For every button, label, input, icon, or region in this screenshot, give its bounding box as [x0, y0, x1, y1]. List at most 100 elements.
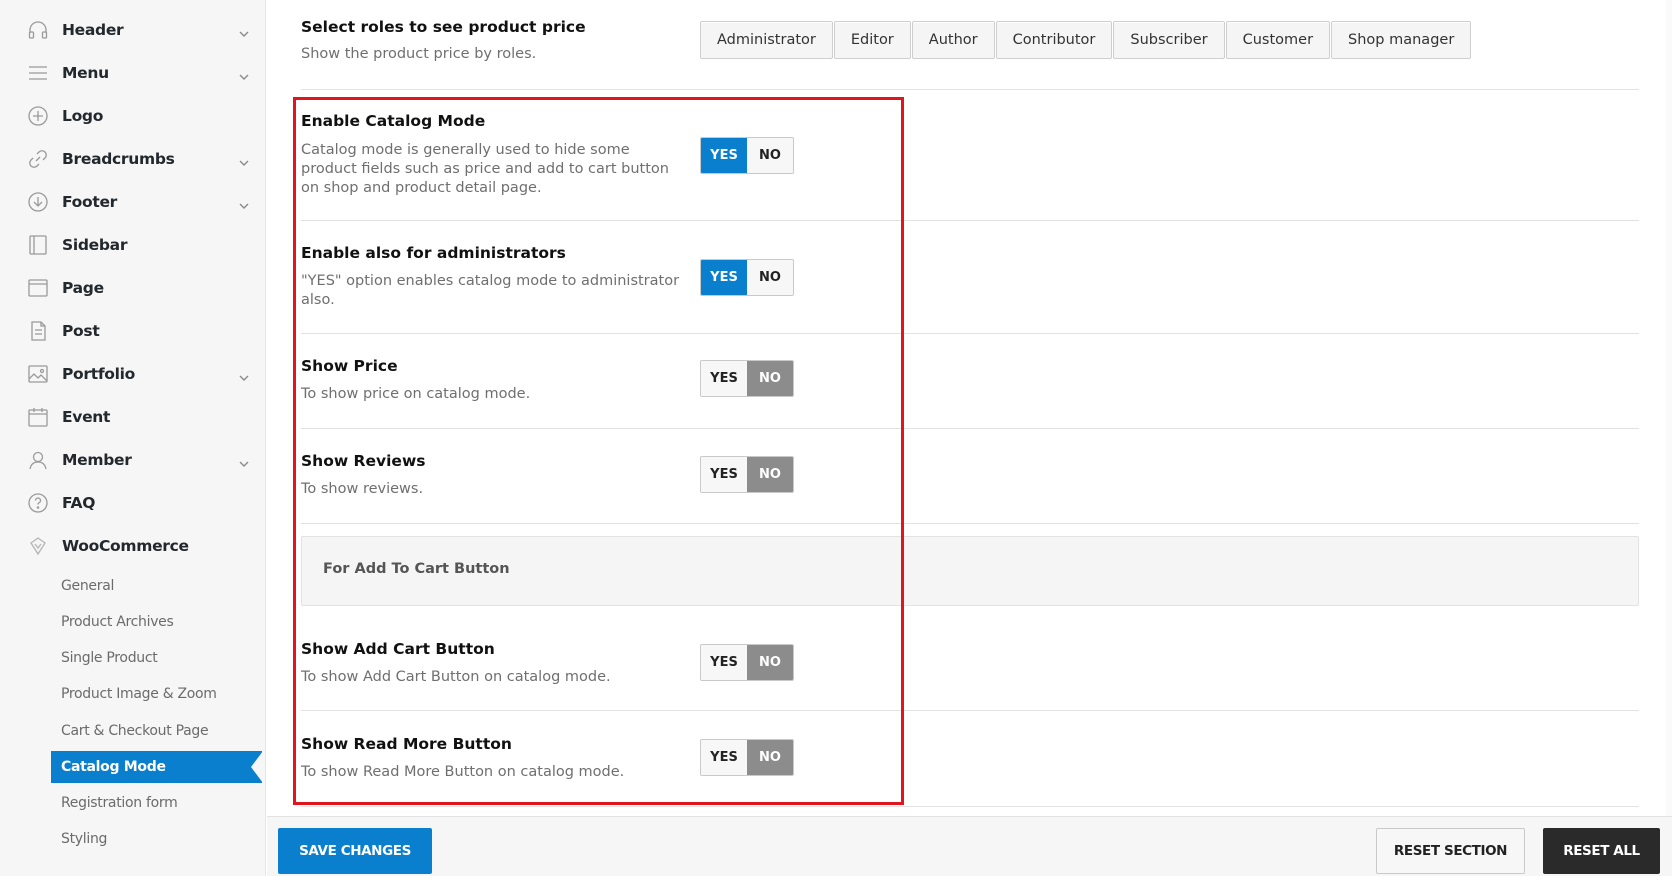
post-icon: [27, 320, 49, 342]
enable-catalog-mode-toggle: YES NO: [700, 137, 794, 174]
user-icon: [27, 449, 49, 471]
sidebar-subitem-label: Styling: [61, 831, 108, 847]
role-button-editor[interactable]: Editor: [833, 21, 911, 59]
sidebar-item-logo[interactable]: Logo: [0, 96, 266, 136]
setting-title: Select roles to see product price: [301, 18, 586, 36]
divider: [301, 220, 1639, 221]
sidebar-item-label: Breadcrumbs: [62, 150, 175, 168]
sidebar-item-label: Member: [62, 451, 132, 469]
save-changes-button[interactable]: SAVE CHANGES: [278, 828, 432, 874]
toggle-yes-option[interactable]: YES: [701, 740, 747, 775]
chevron-down-icon: [238, 197, 250, 209]
sidebar-item-menu[interactable]: Menu: [0, 53, 266, 93]
sidebar-item-footer[interactable]: Footer: [0, 182, 266, 222]
sidebar-item-breadcrumbs[interactable]: Breadcrumbs: [0, 139, 266, 179]
enable-admins-toggle: YES NO: [700, 259, 794, 296]
sidebar-subitem-label: Catalog Mode: [61, 759, 166, 775]
toggle-no-option[interactable]: NO: [747, 361, 793, 396]
roles-button-group: Administrator Editor Author Contributor …: [700, 21, 1472, 59]
question-circle-icon: [27, 492, 49, 514]
sidebar-item-post[interactable]: Post: [0, 311, 266, 351]
setting-title: Show Reviews: [301, 452, 426, 470]
menu-icon: [27, 62, 49, 84]
reset-section-button[interactable]: RESET SECTION: [1376, 828, 1525, 874]
toggle-no-option[interactable]: NO: [747, 457, 793, 492]
divider: [301, 333, 1639, 334]
sidebar-subitem-label: Product Image & Zoom: [61, 686, 217, 702]
divider: [301, 89, 1639, 90]
sidebar-subitem-product-archives[interactable]: Product Archives: [51, 606, 266, 638]
chevron-down-icon: [238, 369, 250, 381]
sidebar-subitem-label: General: [61, 578, 115, 594]
toggle-yes-option[interactable]: YES: [701, 260, 747, 295]
sidebar-item-label: Menu: [62, 64, 109, 82]
page-icon: [27, 277, 49, 299]
setting-title: Show Add Cart Button: [301, 640, 495, 658]
sidebar-item-event[interactable]: Event: [0, 397, 266, 437]
divider: [301, 428, 1639, 429]
show-reviews-toggle: YES NO: [700, 456, 794, 493]
sidebar-subitem-single-product[interactable]: Single Product: [51, 642, 266, 674]
role-button-administrator[interactable]: Administrator: [700, 21, 833, 59]
show-price-toggle: YES NO: [700, 360, 794, 397]
role-button-shop-manager[interactable]: Shop manager: [1331, 21, 1472, 59]
toggle-yes-option[interactable]: YES: [701, 361, 747, 396]
scrollbar-track[interactable]: [1666, 0, 1672, 816]
setting-title: Enable Catalog Mode: [301, 112, 486, 130]
show-add-cart-button-toggle: YES NO: [700, 644, 794, 681]
footer-action-bar: SAVE CHANGES RESET SECTION RESET ALL: [267, 816, 1672, 876]
section-heading-label: For Add To Cart Button: [323, 561, 510, 577]
role-button-subscriber[interactable]: Subscriber: [1113, 21, 1225, 59]
arrow-down-circle-icon: [27, 191, 49, 213]
sidebar-item-member[interactable]: Member: [0, 440, 266, 480]
toggle-no-option[interactable]: NO: [747, 740, 793, 775]
setting-title: Show Read More Button: [301, 735, 512, 753]
calendar-icon: [27, 406, 49, 428]
plus-circle-icon: [27, 105, 49, 127]
setting-description: To show Read More Button on catalog mode…: [301, 764, 625, 780]
role-button-author[interactable]: Author: [911, 21, 995, 59]
setting-description: To show price on catalog mode.: [301, 386, 531, 402]
headphones-icon: [27, 19, 49, 41]
sidebar-subitem-label: Cart & Checkout Page: [61, 723, 209, 739]
sidebar-item-portfolio[interactable]: Portfolio: [0, 354, 266, 394]
sidebar-item-label: Footer: [62, 193, 118, 211]
sidebar-item-page[interactable]: Page: [0, 268, 266, 308]
sidebar-item-header[interactable]: Header: [0, 10, 266, 50]
sidebar-subitem-catalog-mode[interactable]: Catalog Mode: [51, 751, 263, 783]
show-read-more-button-toggle: YES NO: [700, 739, 794, 776]
setting-title: Show Price: [301, 357, 398, 375]
sidebar-subitem-registration-form[interactable]: Registration form: [51, 787, 266, 819]
role-button-contributor[interactable]: Contributor: [995, 21, 1113, 59]
sidebar-icon: [27, 234, 49, 256]
sidebar: Header Menu Logo Breadcrumbs Footer Side…: [0, 0, 266, 876]
setting-title: Enable also for administrators: [301, 244, 566, 262]
setting-description: "YES" option enables catalog mode to adm…: [301, 273, 680, 308]
divider: [301, 806, 1639, 807]
divider: [301, 710, 1639, 711]
woocommerce-icon: [27, 535, 49, 557]
sidebar-item-sidebar[interactable]: Sidebar: [0, 225, 266, 265]
toggle-no-option[interactable]: NO: [747, 645, 793, 680]
sidebar-item-label: Page: [62, 279, 104, 297]
toggle-yes-option[interactable]: YES: [701, 457, 747, 492]
sidebar-subitem-cart-checkout[interactable]: Cart & Checkout Page: [51, 715, 266, 747]
toggle-no-option[interactable]: NO: [747, 260, 793, 295]
sidebar-subitem-styling[interactable]: Styling: [51, 823, 266, 855]
sidebar-item-woocommerce[interactable]: WooCommerce: [0, 526, 266, 566]
toggle-yes-option[interactable]: YES: [701, 138, 747, 173]
sidebar-subitem-product-image-zoom[interactable]: Product Image & Zoom: [51, 678, 266, 710]
sidebar-subitem-general[interactable]: General: [51, 570, 266, 602]
link-icon: [27, 148, 49, 170]
sidebar-item-label: Portfolio: [62, 365, 136, 383]
setting-description: To show Add Cart Button on catalog mode.: [301, 669, 611, 685]
image-icon: [27, 363, 49, 385]
sidebar-item-faq[interactable]: FAQ: [0, 483, 266, 523]
role-button-customer[interactable]: Customer: [1225, 21, 1331, 59]
reset-all-button[interactable]: RESET ALL: [1543, 828, 1660, 874]
app-window: Header Menu Logo Breadcrumbs Footer Side…: [0, 0, 1672, 876]
toggle-no-option[interactable]: NO: [747, 138, 793, 173]
toggle-yes-option[interactable]: YES: [701, 645, 747, 680]
sidebar-item-label: Sidebar: [62, 236, 128, 254]
chevron-down-icon: [238, 68, 250, 80]
